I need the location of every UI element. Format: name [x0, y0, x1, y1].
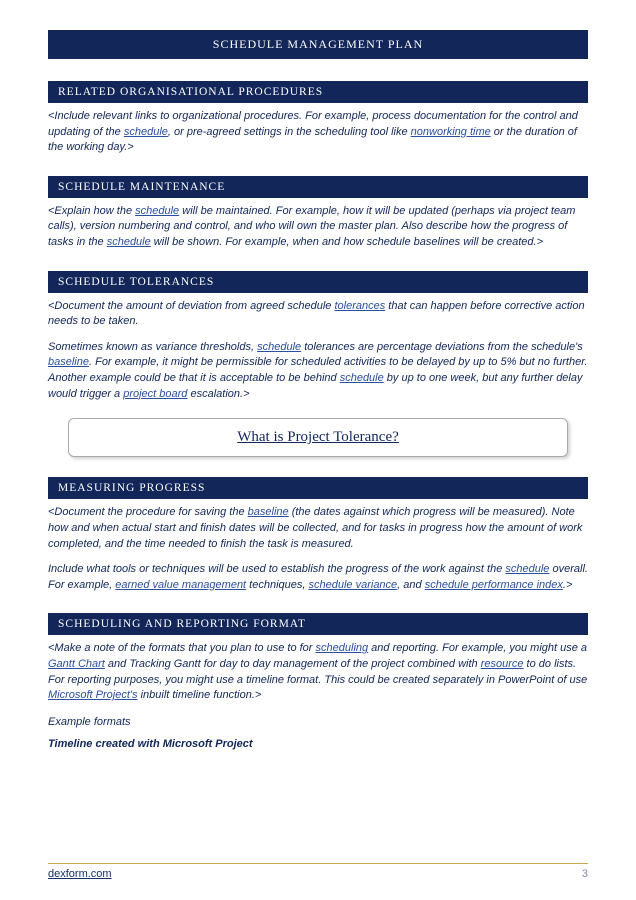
- related-paragraph: <Include relevant links to organizationa…: [48, 109, 588, 156]
- link-scheduling[interactable]: scheduling: [316, 642, 369, 654]
- link-schedule[interactable]: schedule: [124, 126, 168, 138]
- link-resource[interactable]: resource: [481, 658, 524, 670]
- link-schedule-performance-index[interactable]: schedule performance index: [425, 579, 563, 591]
- callout-project-tolerance: What is Project Tolerance?: [68, 418, 568, 457]
- link-schedule[interactable]: schedule: [135, 205, 179, 217]
- link-schedule-variance[interactable]: schedule variance: [309, 579, 398, 591]
- text: .>: [563, 579, 572, 591]
- link-gantt-chart[interactable]: Gantt Chart: [48, 658, 105, 670]
- text: <Document the procedure for saving the: [48, 506, 248, 518]
- maintenance-paragraph: <Explain how the schedule will be mainta…: [48, 204, 588, 251]
- text: tolerances are percentage deviations fro…: [301, 341, 583, 353]
- footer-link-dexform[interactable]: dexform.com: [48, 868, 112, 880]
- text: and reporting. For example, you might us…: [368, 642, 587, 654]
- measuring-paragraph-2: Include what tools or techniques will be…: [48, 562, 588, 593]
- tolerances-paragraph-2: Sometimes known as variance thresholds, …: [48, 340, 588, 402]
- text: , and: [397, 579, 425, 591]
- link-tolerances[interactable]: tolerances: [334, 300, 385, 312]
- timeline-label: Timeline created with Microsoft Project: [48, 738, 588, 750]
- text: inbuilt timeline function.>: [138, 689, 262, 701]
- link-schedule[interactable]: schedule: [340, 372, 384, 384]
- link-schedule[interactable]: schedule: [257, 341, 301, 353]
- text: techniques,: [246, 579, 308, 591]
- text: Include what tools or techniques will be…: [48, 563, 505, 575]
- text: , or pre-agreed settings in the scheduli…: [168, 126, 411, 138]
- text: will be shown. For example, when and how…: [151, 236, 543, 248]
- page-number: 3: [582, 868, 588, 880]
- text: <Explain how the: [48, 205, 135, 217]
- example-formats-label: Example formats: [48, 716, 588, 728]
- link-baseline[interactable]: baseline: [48, 356, 89, 368]
- text: escalation.>: [187, 388, 249, 400]
- reporting-paragraph: <Make a note of the formats that you pla…: [48, 641, 588, 703]
- link-earned-value-management[interactable]: earned value management: [115, 579, 246, 591]
- link-nonworking-time[interactable]: nonworking time: [411, 126, 491, 138]
- section-header-measuring: MEASURING PROGRESS: [48, 477, 588, 499]
- text: Sometimes known as variance thresholds,: [48, 341, 257, 353]
- link-microsoft-project[interactable]: Microsoft Project's: [48, 689, 138, 701]
- link-schedule[interactable]: schedule: [505, 563, 549, 575]
- link-project-board[interactable]: project board: [123, 388, 187, 400]
- text: and Tracking Gantt for day to day manage…: [105, 658, 481, 670]
- measuring-paragraph-1: <Document the procedure for saving the b…: [48, 505, 588, 552]
- link-schedule[interactable]: schedule: [107, 236, 151, 248]
- section-header-maintenance: SCHEDULE MAINTENANCE: [48, 176, 588, 198]
- footer: dexform.com 3: [48, 863, 588, 880]
- section-header-tolerances: SCHEDULE TOLERANCES: [48, 271, 588, 293]
- link-baseline[interactable]: baseline: [248, 506, 289, 518]
- link-what-is-project-tolerance[interactable]: What is Project Tolerance?: [237, 429, 399, 445]
- document-title: SCHEDULE MANAGEMENT PLAN: [48, 30, 588, 59]
- text: <Make a note of the formats that you pla…: [48, 642, 316, 654]
- section-header-related: RELATED ORGANISATIONAL PROCEDURES: [48, 81, 588, 103]
- text: <Document the amount of deviation from a…: [48, 300, 334, 312]
- section-header-reporting: SCHEDULING AND REPORTING FORMAT: [48, 613, 588, 635]
- tolerances-paragraph-1: <Document the amount of deviation from a…: [48, 299, 588, 330]
